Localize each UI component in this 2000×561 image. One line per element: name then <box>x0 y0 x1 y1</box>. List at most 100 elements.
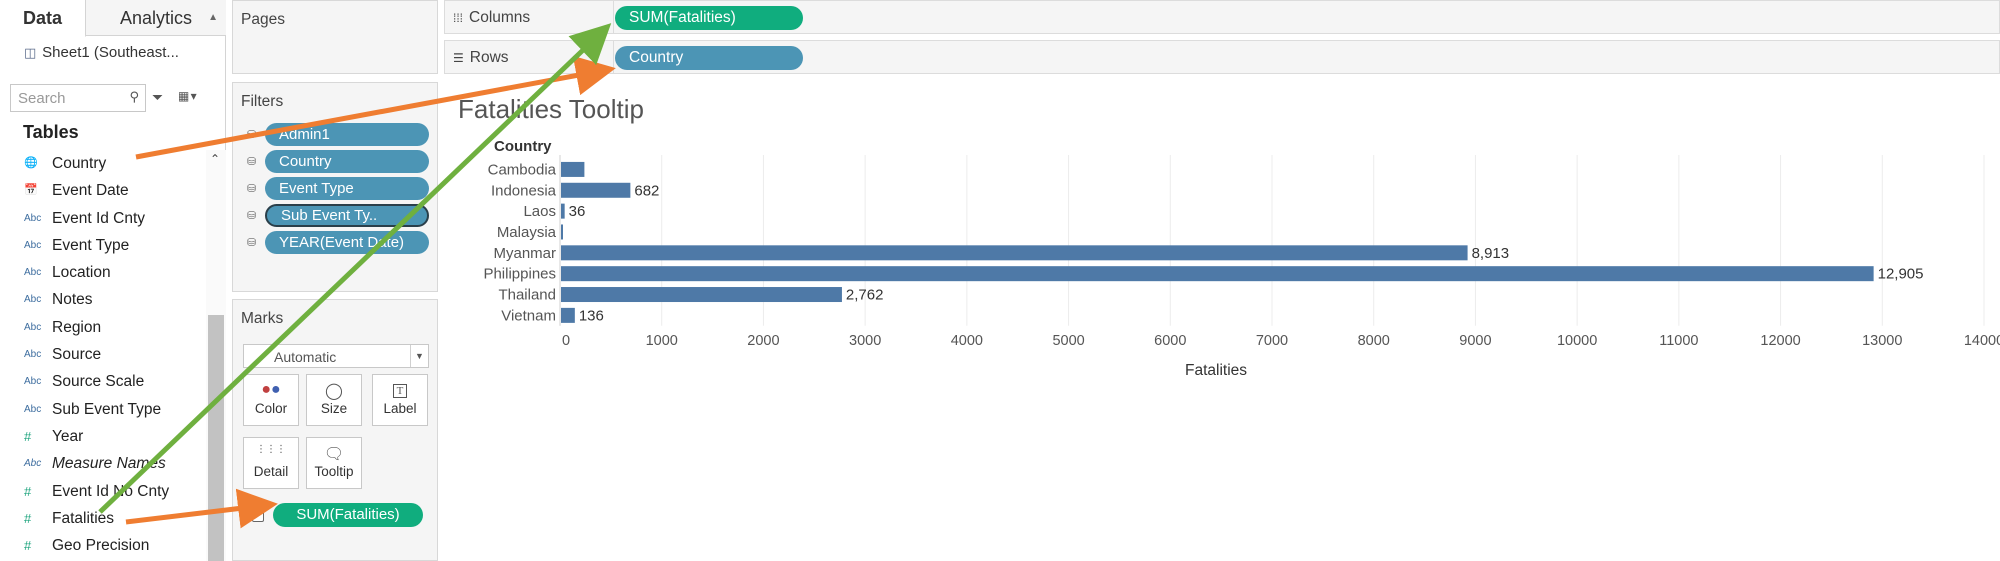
color-button[interactable]: ●● Color <box>243 374 299 426</box>
rows-icon: ☰ <box>453 51 464 65</box>
tab-data[interactable]: Data <box>0 0 86 37</box>
x-axis-title: Fatalities <box>1185 362 1247 379</box>
rows-label-text: Rows <box>469 49 509 66</box>
field-item[interactable]: Abc Sub Event Type <box>0 396 206 423</box>
tick-label: 4000 <box>951 333 983 349</box>
field-label: Event Date <box>52 182 129 200</box>
field-list: 🌐 Country 📅 Event Date Abc Event Id Cnty Abc Ev… <box>0 150 206 559</box>
rows-pill[interactable]: Country <box>615 46 803 70</box>
field-item[interactable]: # Event Id No Cnty <box>0 478 206 505</box>
abc-icon: Abc <box>24 321 42 333</box>
filter-shelf-icon: ⛁ <box>247 156 257 168</box>
search-icon: ⚲ <box>129 89 139 104</box>
view-area[interactable]: Country Cambodia Indonesia 682 Laos 36 Malaysi… <box>444 80 2000 561</box>
view-options-icon[interactable]: ▦ ▾ <box>178 89 197 103</box>
filter-pill[interactable]: Admin1 <box>265 123 429 146</box>
bar[interactable] <box>561 224 563 240</box>
marks-card[interactable]: Marks Automatic ▼ ●● Color ◯ Size T Labe… <box>232 299 438 561</box>
value-label: 136 <box>579 307 604 324</box>
search-input[interactable]: Search ⚲ <box>10 84 146 112</box>
scrollbar-thumb[interactable] <box>208 315 224 561</box>
scroll-up-icon[interactable]: ⌃ <box>210 152 220 166</box>
category-label: Malaysia <box>497 224 557 241</box>
filter-shelf-icon: ⛁ <box>247 237 257 249</box>
calendar-icon: 📅 <box>24 184 38 197</box>
field-item[interactable]: Abc Source Scale <box>0 368 206 395</box>
value-label: 36 <box>569 203 586 220</box>
bar-chart[interactable]: Country Cambodia Indonesia 682 Laos 36 Malaysi… <box>444 80 2000 561</box>
tooltip-label: Tooltip <box>314 464 354 479</box>
search-placeholder: Search <box>18 90 66 107</box>
category-label: Myanmar <box>493 245 556 262</box>
label-label: Label <box>383 401 417 416</box>
shelf-divider <box>613 41 614 73</box>
category-label: Thailand <box>498 287 556 304</box>
tick-label: 7000 <box>1256 333 1288 349</box>
field-item[interactable]: Abc Measure Names <box>0 450 206 477</box>
field-item[interactable]: Abc Notes <box>0 286 206 313</box>
bar[interactable] <box>561 266 1874 282</box>
tooltip-button[interactable]: 🗨 Tooltip <box>306 437 362 489</box>
number-icon: # <box>24 428 32 444</box>
bar[interactable] <box>561 307 575 323</box>
columns-pill[interactable]: SUM(Fatalities) <box>615 6 803 30</box>
detail-button[interactable]: ⋮⋮⋮ Detail <box>243 437 299 489</box>
scrollbar[interactable]: ⌃ <box>206 150 226 561</box>
field-label: Location <box>52 264 111 282</box>
abc-icon: Abc <box>24 294 42 306</box>
rows-shelf[interactable]: ☰ Rows Country <box>444 40 2000 74</box>
tab-analytics[interactable]: Analytics ▲ <box>86 0 226 36</box>
field-item[interactable]: 📅 Event Date <box>0 177 206 204</box>
filters-card[interactable]: Filters ⛁ Admin1 ⛁ Country ⛁ Event Type ⛁ Sub E… <box>232 82 438 292</box>
bar[interactable] <box>561 182 631 198</box>
label-icon: T <box>373 375 427 401</box>
number-icon: # <box>24 538 32 554</box>
tick-label: 13000 <box>1862 333 1902 349</box>
filter-pill[interactable]: Sub Event Ty.. <box>265 204 429 227</box>
tick-label: 9000 <box>1459 333 1491 349</box>
field-item[interactable]: Abc Location <box>0 259 206 286</box>
bar[interactable] <box>561 203 565 219</box>
field-item[interactable]: Abc Source <box>0 341 206 368</box>
bar[interactable] <box>561 287 842 303</box>
filter-icon[interactable]: ⏷ <box>152 89 163 106</box>
filter-pill[interactable]: Country <box>265 150 429 173</box>
category-label: Cambodia <box>488 161 557 178</box>
globe-icon: 🌐 <box>24 157 38 169</box>
pane-tabs: Data Analytics ▲ <box>0 0 226 37</box>
abc-icon: Abc <box>24 349 42 361</box>
field-item[interactable]: # Fatalities <box>0 505 206 532</box>
field-label: Measure Names <box>52 455 166 473</box>
tooltip-measure-pill[interactable]: SUM(Fatalities) <box>273 503 423 527</box>
field-item[interactable]: Abc Event Type <box>0 232 206 259</box>
field-item[interactable]: # Year <box>0 423 206 450</box>
columns-label-text: Columns <box>469 9 531 26</box>
tick-label: 11000 <box>1659 333 1698 349</box>
datasource-item[interactable]: ◫ Sheet1 (Southeast... <box>24 44 179 61</box>
category-label: Vietnam <box>501 307 556 324</box>
bar[interactable] <box>561 245 1468 261</box>
size-icon: ◯ <box>325 383 343 400</box>
view-title[interactable]: Fatalities Tooltip <box>458 94 644 125</box>
bar[interactable] <box>561 161 585 177</box>
field-item[interactable]: Abc Region <box>0 314 206 341</box>
size-button[interactable]: ◯ Size <box>306 374 362 426</box>
filter-shelf-icon: ⛁ <box>247 183 257 195</box>
field-item[interactable]: # Geo Precision <box>0 532 206 559</box>
chevron-down-icon[interactable]: ▼ <box>410 345 428 367</box>
datasource-icon: ◫ <box>24 45 37 60</box>
value-label: 682 <box>634 182 659 199</box>
color-icon: ●● <box>261 381 281 398</box>
filter-pill[interactable]: YEAR(Event Date) <box>265 231 429 254</box>
field-item[interactable]: 🌐 Country <box>0 150 206 177</box>
pages-card[interactable]: Pages <box>232 0 438 74</box>
field-label: Notes <box>52 291 93 309</box>
number-icon: # <box>24 483 32 499</box>
tick-label: 8000 <box>1358 333 1390 349</box>
columns-shelf[interactable]: ⁞⁞⁞ Columns SUM(Fatalities) <box>444 0 2000 34</box>
mark-type-select[interactable]: Automatic ▼ <box>243 344 429 368</box>
filter-pill[interactable]: Event Type <box>265 177 429 200</box>
abc-icon: Abc <box>24 403 42 415</box>
field-item[interactable]: Abc Event Id Cnty <box>0 205 206 232</box>
label-button[interactable]: T Label <box>372 374 428 426</box>
